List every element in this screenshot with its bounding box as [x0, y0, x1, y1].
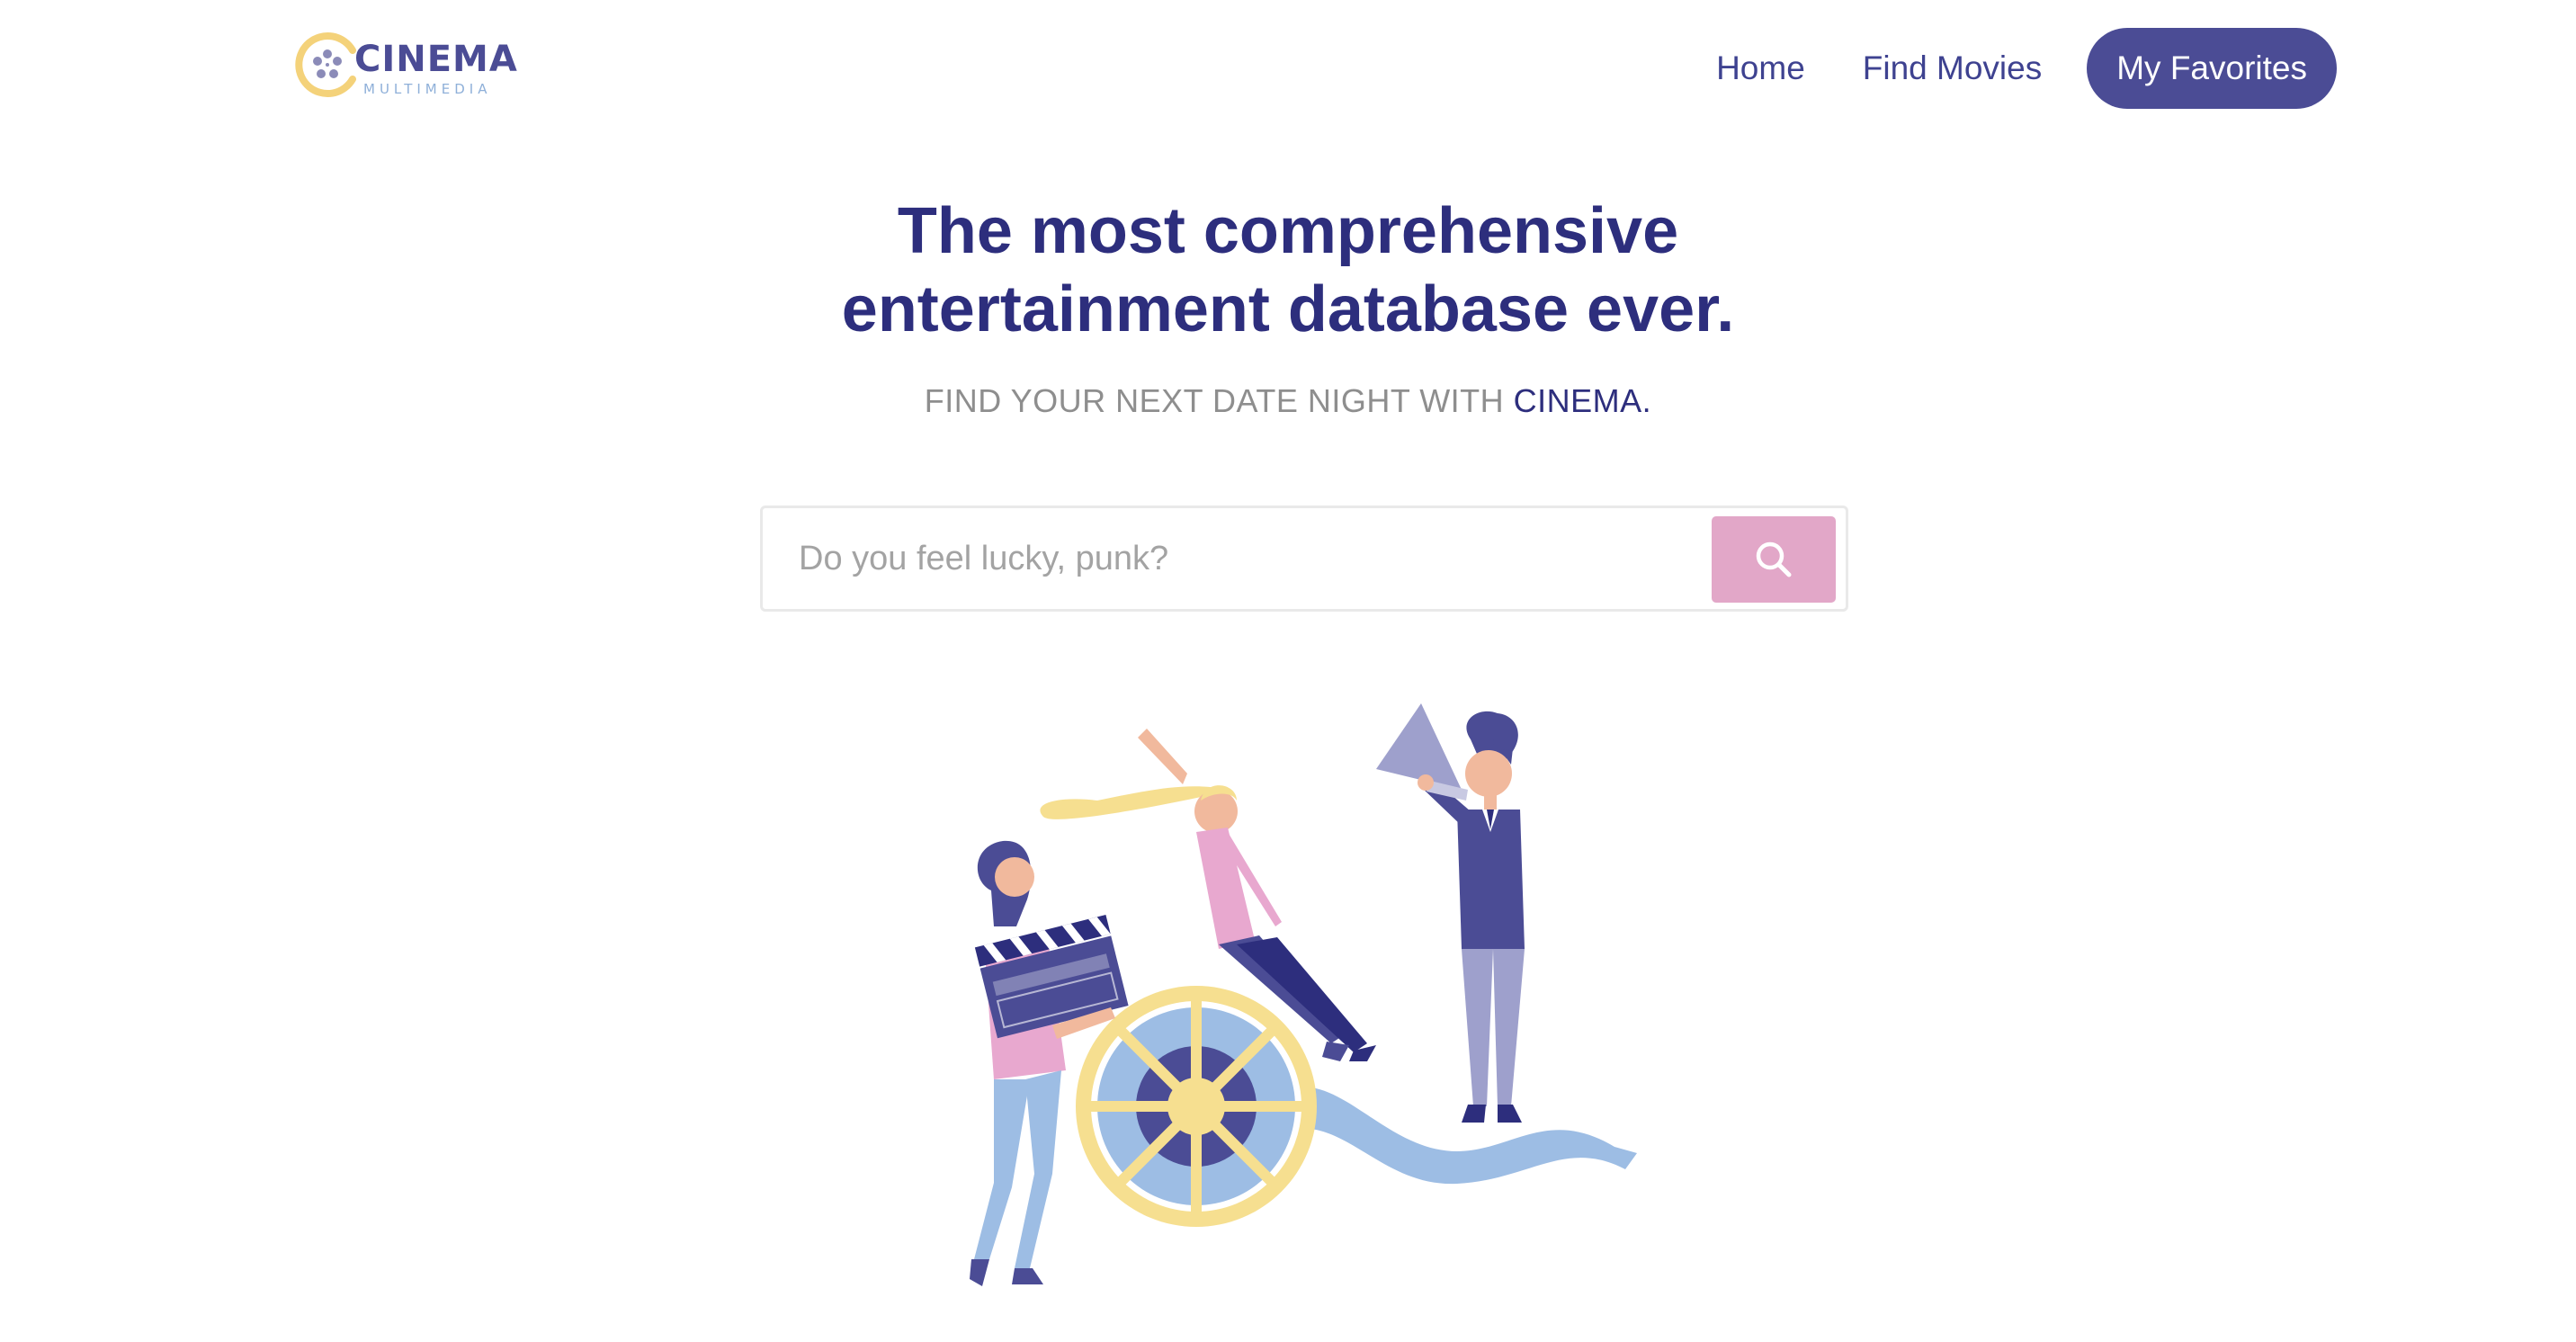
film-strip-ribbon [1286, 1087, 1637, 1185]
nav-find-movies-link[interactable]: Find Movies [1863, 28, 2042, 109]
nav-home-link[interactable]: Home [1716, 28, 1805, 109]
nav-my-favorites-button[interactable]: My Favorites [2087, 28, 2337, 109]
logo-subtitle: MULTIMEDIA [363, 81, 492, 97]
main-nav: Home Find Movies My Favorites [1716, 28, 2337, 109]
megaphone-man-figure [1376, 703, 1525, 1123]
hero-headline: The most comprehensive entertainment dat… [0, 192, 2576, 349]
tagline-brand: CINEMA. [1513, 382, 1652, 419]
hero-tagline: FIND YOUR NEXT DATE NIGHT WITH CINEMA. [0, 381, 2576, 421]
search-button[interactable] [1712, 516, 1836, 603]
film-reel-icon [1076, 986, 1317, 1227]
hero-headline-line-2: entertainment database ever. [841, 273, 1735, 345]
movie-search-input[interactable] [799, 508, 1698, 609]
film-reel-logo-icon [295, 32, 356, 97]
cinema-crew-illustration [970, 703, 1637, 1286]
movie-search-bar [760, 505, 1848, 612]
logo-wordmark: CINEMA [354, 39, 518, 80]
tagline-text: FIND YOUR NEXT DATE NIGHT WITH [924, 382, 1514, 419]
magnifier-search-icon [1756, 541, 1792, 577]
hero-headline-line-1: The most comprehensive [897, 195, 1679, 267]
cinema-logo[interactable]: CINEMA MULTIMEDIA [293, 31, 518, 103]
